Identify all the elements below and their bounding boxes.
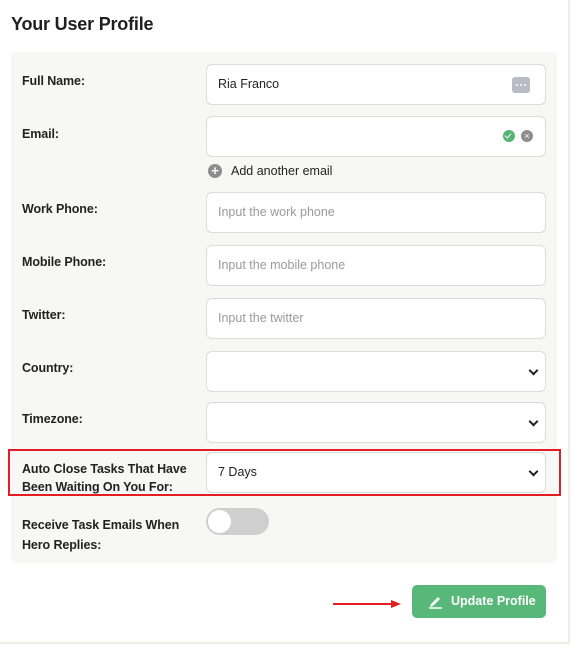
task-emails-label-line1: Receive Task Emails When (22, 518, 180, 532)
add-email-label: Add another email (231, 164, 333, 178)
full-name-field[interactable]: Ria Franco (206, 64, 546, 105)
page-title: Your User Profile (11, 14, 154, 34)
task-emails-toggle[interactable] (206, 508, 269, 535)
mobile-phone-label: Mobile Phone: (22, 255, 107, 269)
country-select[interactable] (206, 351, 546, 392)
update-profile-button[interactable]: Update Profile (412, 585, 546, 618)
dots-icon[interactable] (512, 77, 530, 93)
email-field[interactable]: × (206, 116, 546, 157)
edit-icon (429, 597, 442, 609)
check-icon (503, 130, 515, 142)
email-label: Email: (22, 127, 59, 141)
timezone-label: Timezone: (22, 412, 83, 426)
arrow-icon (333, 600, 401, 608)
country-label: Country: (22, 361, 74, 375)
work-phone-input[interactable]: Input the work phone (206, 192, 546, 233)
full-name-value: Ria Franco (218, 77, 280, 91)
chevron-down-icon (528, 365, 539, 376)
work-phone-label: Work Phone: (22, 202, 98, 216)
page: Your User Profile Full Name: Ria Franco … (0, 0, 573, 647)
task-emails-label-line2: Hero Replies: (22, 538, 102, 552)
chevron-down-icon (528, 416, 539, 427)
mobile-phone-input[interactable]: Input the mobile phone (206, 245, 546, 286)
highlight-annotation-box (8, 449, 561, 496)
full-name-label: Full Name: (22, 74, 85, 88)
update-profile-label: Update Profile (451, 594, 536, 608)
toggle-knob (208, 510, 231, 533)
twitter-input[interactable]: Input the twitter (206, 298, 546, 339)
twitter-label: Twitter: (22, 308, 66, 322)
timezone-select[interactable] (206, 402, 546, 443)
clear-icon[interactable]: × (521, 130, 533, 142)
plus-circle-icon: + (208, 164, 222, 178)
